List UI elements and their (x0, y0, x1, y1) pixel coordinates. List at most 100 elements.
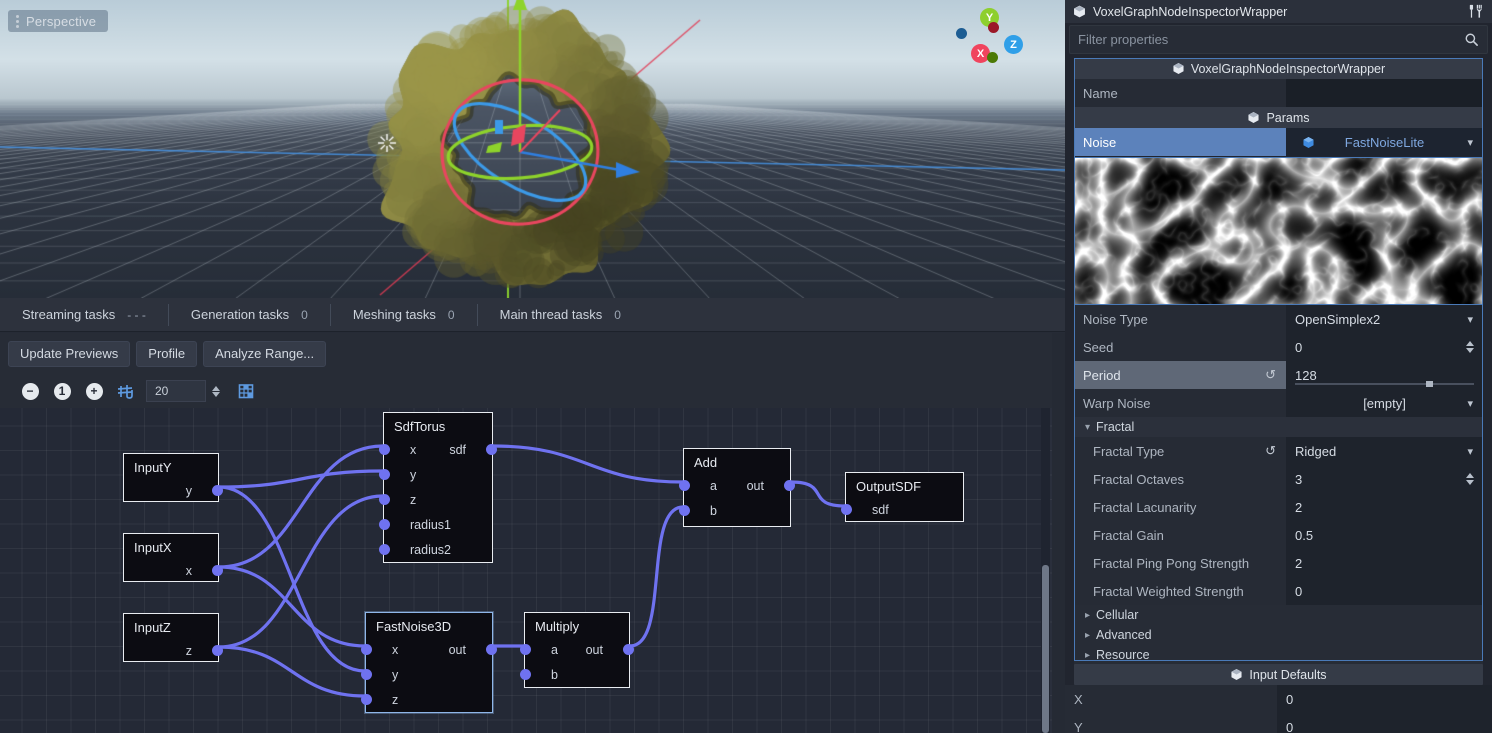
graph-node-add[interactable]: Add a out b (679, 448, 795, 527)
property-value-cell[interactable]: 0 (1286, 577, 1483, 605)
noise-preview[interactable] (1074, 157, 1483, 305)
node-graph-canvas[interactable]: InputY y InputX x InputZ z SdfTorus x sdf y z radiu… (0, 408, 1065, 733)
section-fractal[interactable]: ▾ Fractal (1074, 417, 1483, 437)
viewport-perspective-menu[interactable]: Perspective (8, 10, 109, 32)
snap-value-stepper[interactable] (206, 378, 226, 404)
property-row-fractal-weighted-strength[interactable]: Fractal Weighted Strength 0 (1074, 577, 1483, 605)
inspector-property-list[interactable]: VoxelGraphNodeInspectorWrapper Name Para… (1065, 58, 1492, 666)
gizmo-neg-z-axis[interactable] (956, 28, 967, 39)
noise-resource-picker[interactable]: FastNoiseLite ▾ (1286, 128, 1483, 156)
value-slider-track[interactable] (1295, 381, 1474, 387)
gizmo-z-axis[interactable]: Z (1004, 35, 1023, 54)
output-port-y[interactable] (212, 485, 223, 496)
zoom-out-button[interactable]: − (14, 376, 46, 406)
kebab-menu-icon[interactable] (16, 14, 19, 28)
zoom-in-button[interactable]: + (78, 376, 110, 406)
input-port-y[interactable] (379, 469, 390, 480)
update-previews-button[interactable]: Update Previews (8, 340, 131, 367)
property-row-warp-noise[interactable]: Warp Noise [empty] ▾ (1074, 389, 1483, 417)
input-default-value[interactable]: 0 (1277, 713, 1492, 733)
value-stepper[interactable] (1466, 341, 1474, 353)
filter-properties-row[interactable] (1069, 25, 1488, 54)
property-name-row[interactable]: Name (1074, 79, 1483, 107)
profile-button[interactable]: Profile (136, 340, 198, 367)
gizmo-neg-x-axis[interactable] (988, 22, 999, 33)
tools-icon[interactable] (1467, 3, 1484, 20)
grid-layout-button[interactable] (230, 376, 262, 406)
input-default-value[interactable]: 0 (1277, 685, 1492, 713)
graph-panel-splitter[interactable] (1052, 333, 1065, 733)
property-value-cell[interactable]: 3 (1286, 465, 1483, 493)
input-default-row-y[interactable]: Y0 (1065, 713, 1492, 733)
grid-snap-toggle[interactable] (110, 376, 142, 406)
input-port-x[interactable] (361, 644, 372, 655)
input-port-radius1[interactable] (379, 519, 390, 530)
graph-scrollbar-thumb[interactable] (1042, 565, 1049, 733)
output-port-out[interactable] (784, 480, 795, 491)
input-port-b[interactable] (520, 669, 531, 680)
property-value-cell[interactable]: 2 (1286, 549, 1483, 577)
property-value-cell[interactable]: 0 (1286, 333, 1483, 361)
property-value-cell[interactable]: [empty] ▾ (1286, 389, 1483, 417)
chevron-down-icon[interactable]: ▾ (1467, 313, 1473, 326)
property-row-period[interactable]: Period ↺ 128 (1074, 361, 1483, 389)
chevron-right-icon[interactable]: ▸ (1085, 650, 1090, 661)
property-row-fractal-lacunarity[interactable]: Fractal Lacunarity 2 (1074, 493, 1483, 521)
input-port-sdf[interactable] (841, 504, 852, 515)
viewport-render[interactable] (0, 0, 1065, 298)
chevron-down-icon[interactable]: ▾ (1085, 422, 1090, 433)
chevron-down-icon[interactable]: ▾ (1467, 445, 1473, 458)
output-port-out[interactable] (623, 644, 634, 655)
chevron-down-icon[interactable]: ▾ (1467, 397, 1473, 410)
chevron-down-icon[interactable]: ▾ (1467, 136, 1473, 149)
graph-node-multiply[interactable]: Multiply a out b (520, 612, 634, 688)
revert-icon[interactable]: ↺ (1265, 443, 1276, 459)
property-row-fractal-type[interactable]: Fractal Type ↺ Ridged ▾ (1074, 437, 1483, 465)
zoom-reset-button[interactable]: 1 (46, 376, 78, 406)
property-row-noise-type[interactable]: Noise Type OpenSimplex2 ▾ (1074, 305, 1483, 333)
property-value-cell[interactable]: Ridged ▾ (1286, 437, 1483, 465)
input-default-row-x[interactable]: X0 (1065, 685, 1492, 713)
graph-node-fastnoise3d[interactable]: FastNoise3D x out y z (361, 612, 497, 713)
revert-icon[interactable]: ↺ (1265, 367, 1276, 383)
value-stepper[interactable] (1466, 473, 1474, 485)
output-port-x[interactable] (212, 565, 223, 576)
output-port-out[interactable] (486, 644, 497, 655)
property-noise-row[interactable]: Noise FastNoiseLite ▾ (1074, 128, 1483, 156)
input-port-radius2[interactable] (379, 544, 390, 555)
property-row-fractal-gain[interactable]: Fractal Gain 0.5 (1074, 521, 1483, 549)
input-port-y[interactable] (361, 669, 372, 680)
property-value-cell[interactable]: 2 (1286, 493, 1483, 521)
property-value-cell[interactable]: 0.5 (1286, 521, 1483, 549)
input-port-z[interactable] (361, 694, 372, 705)
output-port-z[interactable] (212, 645, 223, 656)
input-port-b[interactable] (679, 505, 690, 516)
graph-node-inputy[interactable]: InputY y (123, 453, 223, 502)
section-resource[interactable]: ▸ Resource (1074, 645, 1483, 665)
graph-node-outputsdf[interactable]: OutputSDF sdf (841, 472, 964, 522)
analyze-range-button[interactable]: Analyze Range... (203, 340, 327, 367)
output-port-sdf[interactable] (486, 444, 497, 455)
gizmo-neg-y-axis[interactable] (987, 52, 998, 63)
input-port-z[interactable] (379, 494, 390, 505)
viewport-axis-gizmo[interactable]: Y X Z (955, 8, 1023, 70)
property-value-cell[interactable]: OpenSimplex2 ▾ (1286, 305, 1483, 333)
3d-viewport[interactable]: Perspective Y X Z (0, 0, 1065, 298)
input-port-a[interactable] (679, 480, 690, 491)
input-port-x[interactable] (379, 444, 390, 455)
chevron-right-icon[interactable]: ▸ (1085, 630, 1090, 641)
section-advanced[interactable]: ▸ Advanced (1074, 625, 1483, 645)
chevron-right-icon[interactable]: ▸ (1085, 610, 1090, 621)
value-slider-knob[interactable] (1425, 381, 1433, 387)
graph-node-sdftorus[interactable]: SdfTorus x sdf y z radius1 radius2 (379, 412, 497, 563)
search-icon[interactable] (1464, 32, 1479, 47)
property-row-fractal-octaves[interactable]: Fractal Octaves 3 (1074, 465, 1483, 493)
graph-node-inputx[interactable]: InputX x (123, 533, 223, 582)
section-cellular[interactable]: ▸ Cellular (1074, 605, 1483, 625)
name-value-input[interactable] (1286, 79, 1483, 107)
property-row-fractal-ping-pong-strength[interactable]: Fractal Ping Pong Strength 2 (1074, 549, 1483, 577)
filter-properties-input[interactable] (1078, 32, 1464, 47)
property-row-seed[interactable]: Seed 0 (1074, 333, 1483, 361)
input-port-a[interactable] (520, 644, 531, 655)
property-value-cell[interactable]: 128 (1286, 361, 1483, 389)
